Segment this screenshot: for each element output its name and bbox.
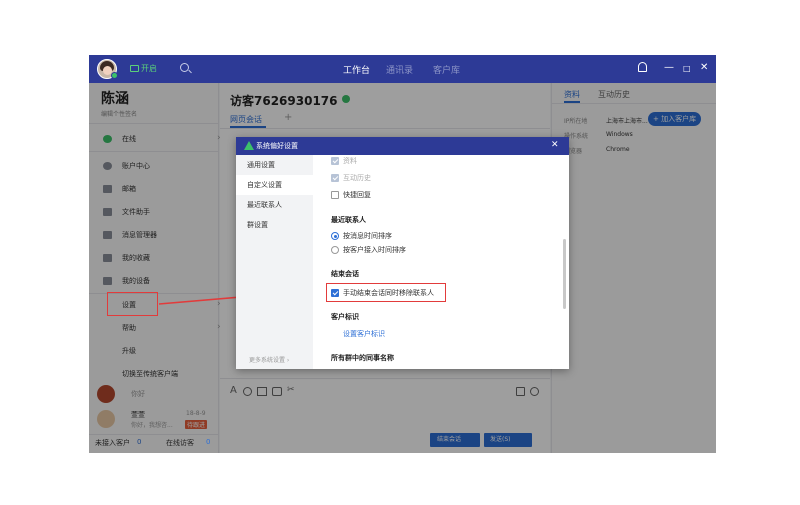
radio-sort-by-access-time[interactable] [331,246,339,254]
more-settings-link[interactable]: 更多系统设置 › [249,355,289,364]
close-window-button[interactable]: ✕ [700,62,708,74]
tab-contacts[interactable]: 通讯录 [386,63,413,76]
dialog-nav: 通用设置 自定义设置 最近联系人 群设置 更多系统设置 › [236,155,313,369]
status-icon [130,65,139,72]
dialog-title: 系统偏好设置 [256,142,298,150]
app-logo-icon [244,141,254,150]
tab-workbench[interactable]: 工作台 [343,63,370,76]
online-visitors-count: 0 [206,438,211,446]
dialog-header: 系统偏好设置 ✕ [236,137,569,155]
option-interaction-history: 互动历史 [343,174,371,182]
tab-customer-library[interactable]: 客户库 [433,63,460,76]
checkbox-profile [331,157,339,165]
dialog-close-button[interactable]: ✕ [551,140,559,150]
highlight-end-option [326,283,446,302]
status-toggle[interactable]: 开启 [141,63,157,74]
option-sort-by-message-time: 按消息时间排序 [343,232,392,240]
radio-sort-by-message-time[interactable] [331,232,339,240]
top-bar: 开启 工作台 通讯录 客户库 — □ ✕ [89,55,716,83]
minimize-button[interactable]: — [664,62,674,74]
option-sort-by-access-time: 按客户接入时间排序 [343,246,406,254]
maximize-button[interactable]: □ [683,63,691,75]
section-end-session: 结束会话 [331,270,359,278]
set-customer-tag-link[interactable]: 设置客户标识 [343,329,385,339]
dialog-nav-custom[interactable]: 自定义设置 [236,175,313,195]
online-status-dot [111,72,118,79]
option-quick-reply: 快捷回复 [343,191,371,199]
dialog-scrollbar[interactable] [563,239,566,309]
dialog-nav-group[interactable]: 群设置 [236,215,313,235]
dialog-nav-general[interactable]: 通用设置 [236,155,313,175]
checkbox-quick-reply[interactable] [331,191,339,199]
section-recent-contacts: 最近联系人 [331,216,366,224]
checkbox-interaction-history [331,174,339,182]
search-icon[interactable] [180,63,189,72]
section-colleague-names: 所有群中的同事名称 [331,354,394,362]
section-customer-tag: 客户标识 [331,313,359,321]
online-visitors-label[interactable]: 在线访客 [166,438,194,448]
bell-icon[interactable] [638,62,647,72]
preferences-dialog: 系统偏好设置 ✕ 通用设置 自定义设置 最近联系人 群设置 更多系统设置 › 资… [236,137,569,369]
option-profile: 资料 [343,157,357,165]
dialog-nav-recent-contacts[interactable]: 最近联系人 [236,195,313,215]
highlight-settings [107,292,158,316]
